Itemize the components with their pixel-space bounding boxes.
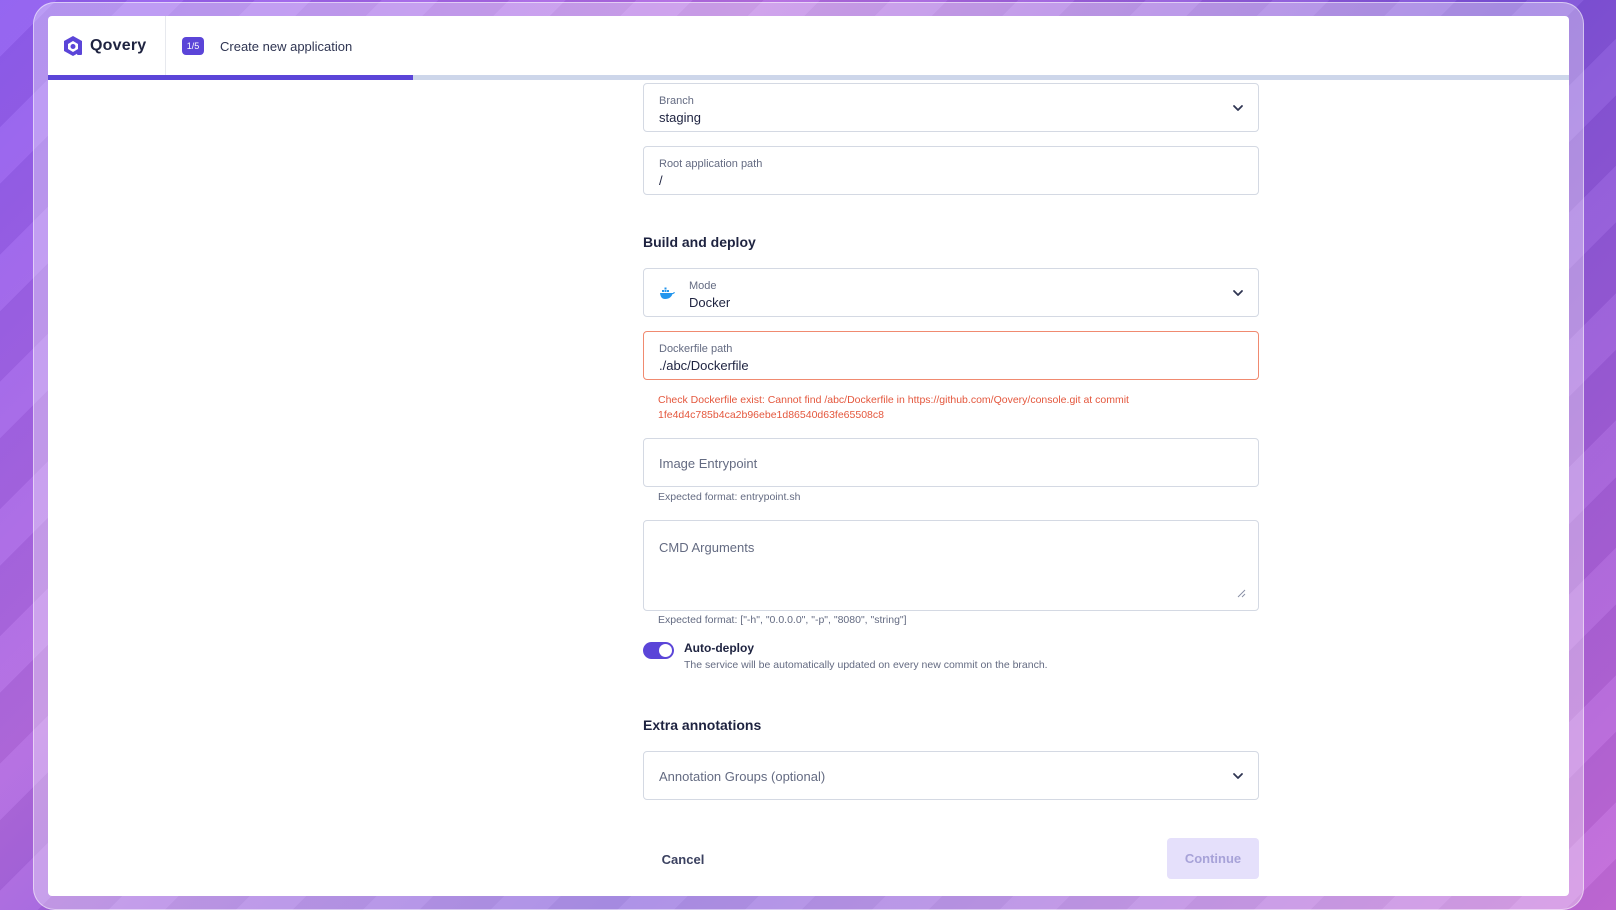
chevron-down-icon xyxy=(1232,770,1244,782)
docker-icon xyxy=(659,286,675,300)
extra-annotations-heading: Extra annotations xyxy=(643,717,761,733)
root-path-input[interactable]: Root application path / xyxy=(643,146,1259,195)
qovery-logo-icon xyxy=(62,35,84,57)
annotation-groups-placeholder: Annotation Groups (optional) xyxy=(659,769,825,784)
progress-bar xyxy=(48,75,1569,80)
dockerfile-error-line2: 1fe4d4c785b4ca2b96ebe1d86540d63fe65508c8 xyxy=(658,408,1218,423)
entrypoint-hint: Expected format: entrypoint.sh xyxy=(658,491,800,503)
top-bar: Qovery 1/5 Create new application xyxy=(48,16,1569,77)
cancel-button[interactable]: Cancel xyxy=(648,839,718,879)
chevron-down-icon xyxy=(1232,287,1244,299)
root-path-label: Root application path xyxy=(659,158,762,170)
branch-value: staging xyxy=(659,110,701,125)
app-window: Qovery 1/5 Create new application Branch… xyxy=(48,16,1569,896)
dockerfile-error-line1: Check Dockerfile exist: Cannot find /abc… xyxy=(658,393,1218,408)
brand[interactable]: Qovery xyxy=(48,16,166,77)
cmd-hint: Expected format: ["-h", "0.0.0.0", "-p",… xyxy=(658,614,907,626)
chevron-down-icon xyxy=(1232,102,1244,114)
mode-label: Mode xyxy=(689,280,717,292)
dockerfile-value: ./abc/Dockerfile xyxy=(659,358,749,373)
page-title: Create new application xyxy=(220,39,352,54)
entrypoint-input[interactable]: Image Entrypoint xyxy=(643,438,1259,487)
toggle-knob xyxy=(659,644,672,657)
auto-deploy-description: The service will be automatically update… xyxy=(684,659,1048,671)
auto-deploy-label: Auto-deploy xyxy=(684,641,754,655)
build-deploy-heading: Build and deploy xyxy=(643,234,756,250)
mode-select[interactable]: Mode Docker xyxy=(643,268,1259,317)
entrypoint-placeholder: Image Entrypoint xyxy=(659,456,757,471)
progress-fill xyxy=(48,75,413,80)
mode-value: Docker xyxy=(689,295,730,310)
brand-name: Qovery xyxy=(90,37,146,55)
cmd-arguments-textarea[interactable]: CMD Arguments xyxy=(643,520,1259,611)
continue-button[interactable]: Continue xyxy=(1167,838,1259,879)
branch-label: Branch xyxy=(659,95,694,107)
step-badge: 1/5 xyxy=(182,37,204,55)
dockerfile-label: Dockerfile path xyxy=(659,343,732,355)
auto-deploy-toggle[interactable] xyxy=(643,642,674,659)
dockerfile-path-input[interactable]: Dockerfile path ./abc/Dockerfile xyxy=(643,331,1259,380)
root-path-value: / xyxy=(659,173,663,188)
cmd-placeholder: CMD Arguments xyxy=(659,540,754,555)
annotation-groups-select[interactable]: Annotation Groups (optional) xyxy=(643,751,1259,800)
resize-handle-icon[interactable] xyxy=(1237,589,1246,598)
branch-select[interactable]: Branch staging xyxy=(643,83,1259,132)
